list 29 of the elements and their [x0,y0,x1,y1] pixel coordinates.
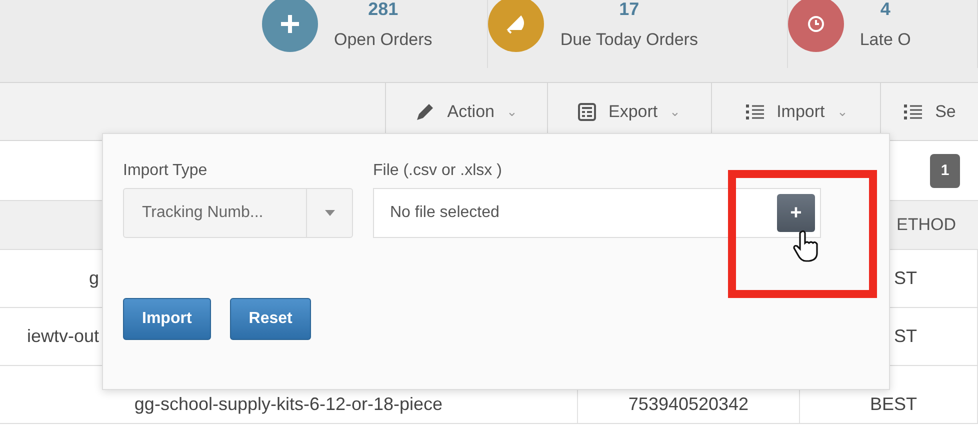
stat-count: 17 [619,0,640,18]
add-file-button[interactable]: + [777,194,815,232]
page-button[interactable]: 1 [930,154,960,188]
table-cell: g [88,268,99,289]
stat-label: Due Today Orders [560,30,698,50]
field-label: Import Type [123,162,208,180]
import-type-select[interactable]: Tracking Numb... [123,188,353,238]
stat-count: 4 [880,0,890,18]
field-label: File (.csv or .xlsx ) [373,162,503,180]
stat-label: Late O [860,30,911,50]
calculator-icon [578,102,596,120]
table-cell: ST [894,268,917,289]
table-cell: 753940520342 [628,394,749,415]
file-field[interactable]: No file selected + [373,188,821,238]
table-cell: ST [894,326,917,347]
table-cell: BEST [870,394,917,415]
stat-label: Open Orders [334,30,432,50]
table-cell: gg-school-supply-kits-6-12-or-18-piece [134,394,443,415]
stat-count: 281 [368,0,398,18]
caret-icon [324,210,334,216]
column-header: ETHOD [896,215,956,235]
import-button[interactable]: Import [123,298,211,340]
clock-icon [806,15,825,33]
reset-button[interactable]: Reset [230,298,312,340]
list-icon [744,102,765,120]
table-cell: iewtv-out [26,326,99,347]
pencil-icon [415,102,436,122]
plus-icon [279,13,301,35]
list-icon [903,102,924,120]
